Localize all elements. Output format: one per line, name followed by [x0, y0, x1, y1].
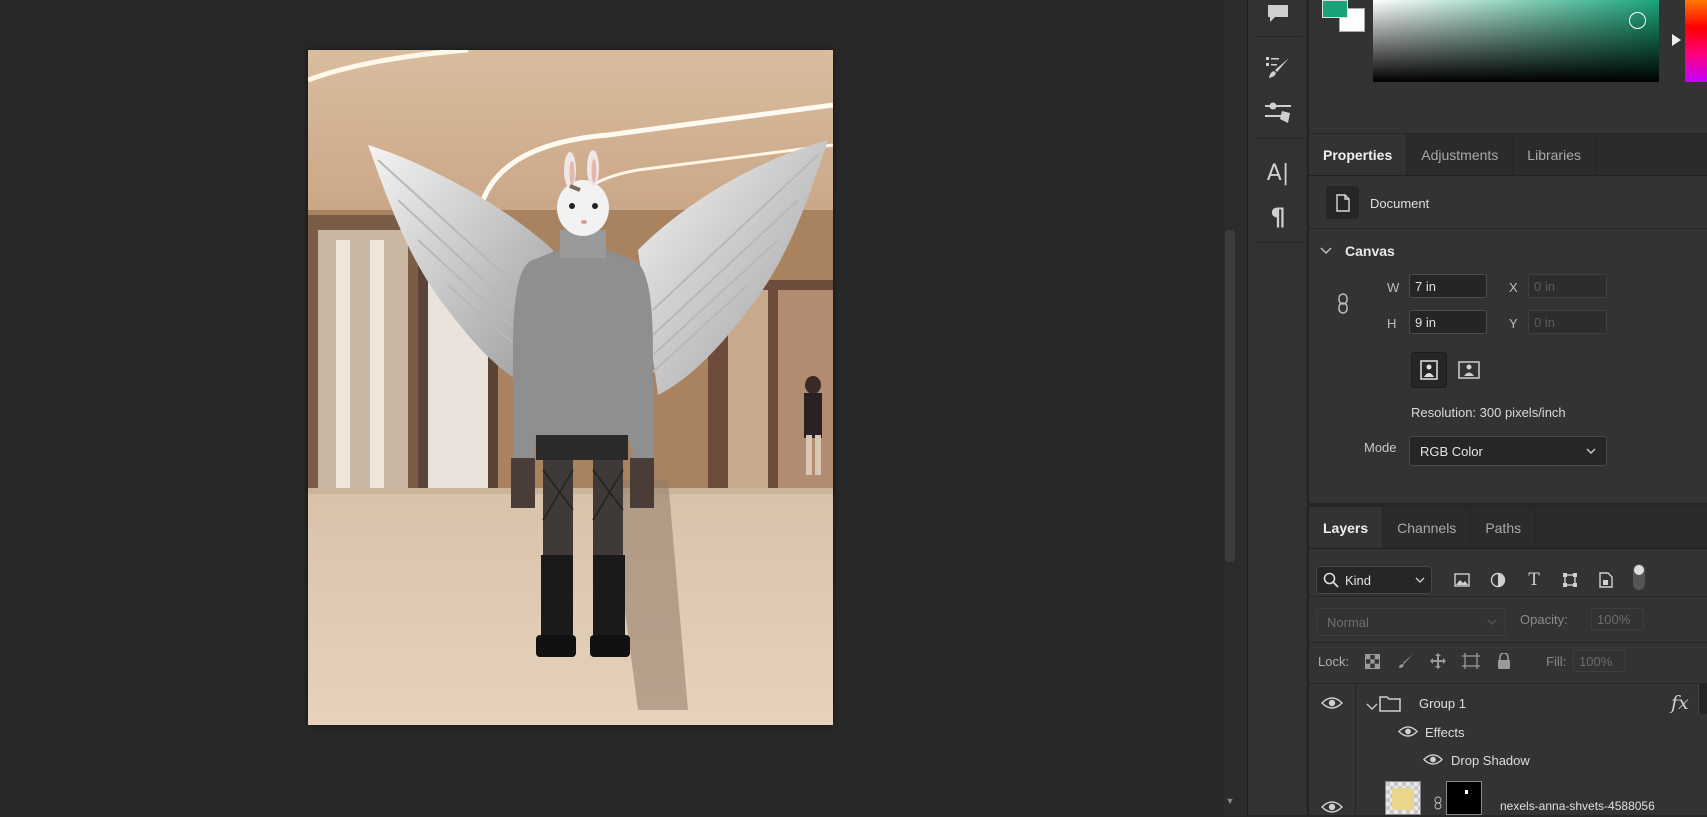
color-mode-value: RGB Color — [1420, 443, 1483, 459]
layer-effect-drop-shadow-row[interactable]: Drop Shadow — [1309, 747, 1707, 774]
lock-image-pixels-icon[interactable] — [1395, 650, 1417, 672]
eye-icon[interactable] — [1320, 800, 1344, 817]
layer-filter-kind-select[interactable]: Kind — [1316, 566, 1432, 594]
chevron-down-icon — [1487, 619, 1497, 625]
height-label: H — [1387, 316, 1397, 331]
toggle-knob — [1634, 565, 1644, 575]
layer-mask-thumbnail[interactable] — [1446, 781, 1482, 815]
filter-type-layers-icon[interactable]: T — [1521, 567, 1547, 593]
eye-icon[interactable] — [1397, 725, 1419, 741]
y-label: Y — [1509, 316, 1518, 331]
row-divider — [1309, 596, 1707, 597]
chevron-down-icon — [1415, 577, 1425, 583]
adjust-sliders-icon[interactable] — [1262, 98, 1294, 128]
lock-position-icon[interactable] — [1427, 650, 1449, 672]
lock-transparent-pixels-icon[interactable] — [1361, 650, 1383, 672]
chevron-down-icon[interactable] — [1320, 244, 1332, 258]
mode-label: Mode — [1364, 440, 1397, 455]
layer-row-group-1[interactable]: Group 1 — [1309, 690, 1707, 717]
effects-label: Effects — [1425, 725, 1465, 740]
fill-label: Fill: — [1546, 654, 1567, 669]
lock-artboard-icon[interactable] — [1460, 650, 1482, 672]
tab-channels[interactable]: Channels — [1383, 507, 1472, 548]
lock-label: Lock: — [1318, 654, 1350, 669]
y-field[interactable]: 0 in — [1528, 310, 1607, 334]
opacity-label: Opacity: — [1520, 612, 1568, 627]
dock-separator — [1254, 242, 1302, 243]
hue-slider-arrow-icon[interactable] — [1672, 34, 1681, 46]
color-picker-field[interactable] — [1373, 0, 1659, 82]
search-icon — [1323, 572, 1339, 588]
blend-mode-select[interactable]: Normal — [1316, 608, 1506, 636]
layer-row-photo[interactable]: nexels-anna-shvets-4588056 — [1309, 778, 1707, 815]
filter-pixel-layers-icon[interactable] — [1449, 567, 1475, 593]
width-label: W — [1387, 280, 1400, 295]
blend-mode-value: Normal — [1327, 614, 1369, 630]
canvas-section-title[interactable]: Canvas — [1345, 243, 1395, 259]
section-divider — [1309, 228, 1707, 229]
eye-icon[interactable] — [1320, 696, 1344, 713]
folder-icon — [1379, 694, 1401, 715]
layer-row-expand-toggle[interactable] — [1698, 684, 1707, 714]
layer-name: Group 1 — [1419, 696, 1466, 711]
row-divider — [1309, 683, 1707, 684]
collapsed-panel-strip — [1238, 0, 1248, 815]
width-field[interactable]: 7 in — [1409, 274, 1487, 298]
lock-all-icon[interactable] — [1493, 650, 1515, 672]
portrait-orientation-button[interactable] — [1411, 352, 1447, 388]
opacity-field[interactable]: 100% — [1591, 608, 1644, 630]
eye-icon[interactable] — [1422, 753, 1444, 769]
row-divider — [1309, 642, 1707, 643]
document-canvas-image[interactable] — [308, 50, 833, 725]
filter-shape-layers-icon[interactable] — [1557, 567, 1583, 593]
filter-adjustment-layers-icon[interactable] — [1485, 567, 1511, 593]
tab-properties[interactable]: Properties — [1309, 134, 1408, 175]
filter-kind-label: Kind — [1345, 572, 1372, 588]
landscape-icon — [1458, 361, 1480, 379]
portrait-icon — [1420, 360, 1438, 380]
link-dimensions-icon[interactable] — [1336, 292, 1350, 319]
brush-presets-icon[interactable] — [1262, 52, 1294, 82]
properties-tabbar: Properties Adjustments Libraries — [1309, 134, 1707, 176]
document-label: Document — [1370, 196, 1430, 211]
resolution-text: Resolution: 300 pixels/inch — [1411, 405, 1566, 420]
layer-thumbnail — [1385, 781, 1421, 815]
drop-shadow-label: Drop Shadow — [1451, 753, 1530, 768]
comment-icon[interactable] — [1262, 0, 1294, 30]
foreground-color-swatch[interactable] — [1322, 0, 1348, 18]
layer-effects-fx-icon[interactable]: fx — [1671, 692, 1689, 714]
paragraph-icon[interactable]: ¶ — [1262, 202, 1294, 232]
chevron-down-icon[interactable] — [1366, 699, 1378, 714]
scroll-down-arrow-icon[interactable]: ▼ — [1225, 796, 1235, 808]
x-label: X — [1509, 280, 1518, 295]
dock-separator — [1254, 138, 1302, 139]
scrollbar-thumb[interactable] — [1225, 230, 1235, 562]
chevron-down-icon — [1586, 448, 1596, 454]
filter-smart-objects-icon[interactable] — [1593, 567, 1619, 593]
mask-link-icon[interactable] — [1434, 796, 1442, 813]
layer-effects-row[interactable]: Effects — [1309, 720, 1707, 747]
tab-paths[interactable]: Paths — [1471, 507, 1537, 548]
tab-layers[interactable]: Layers — [1309, 507, 1384, 548]
tab-libraries[interactable]: Libraries — [1513, 134, 1596, 175]
document-icon — [1326, 186, 1359, 219]
hue-slider[interactable] — [1685, 0, 1707, 82]
color-picker-cursor[interactable] — [1629, 12, 1646, 29]
composite-image — [308, 50, 833, 725]
layers-tabbar: Layers Channels Paths — [1309, 507, 1707, 549]
tab-adjustments[interactable]: Adjustments — [1407, 134, 1514, 175]
landscape-orientation-button[interactable] — [1451, 352, 1487, 388]
fill-field[interactable]: 100% — [1573, 650, 1626, 672]
color-mode-select[interactable]: RGB Color — [1409, 436, 1607, 466]
dock-separator — [1254, 36, 1302, 37]
layer-name: nexels-anna-shvets-4588056 — [1500, 799, 1655, 813]
character-icon[interactable]: A| — [1262, 158, 1294, 188]
height-field[interactable]: 9 in — [1409, 310, 1487, 334]
x-field[interactable]: 0 in — [1528, 274, 1607, 298]
